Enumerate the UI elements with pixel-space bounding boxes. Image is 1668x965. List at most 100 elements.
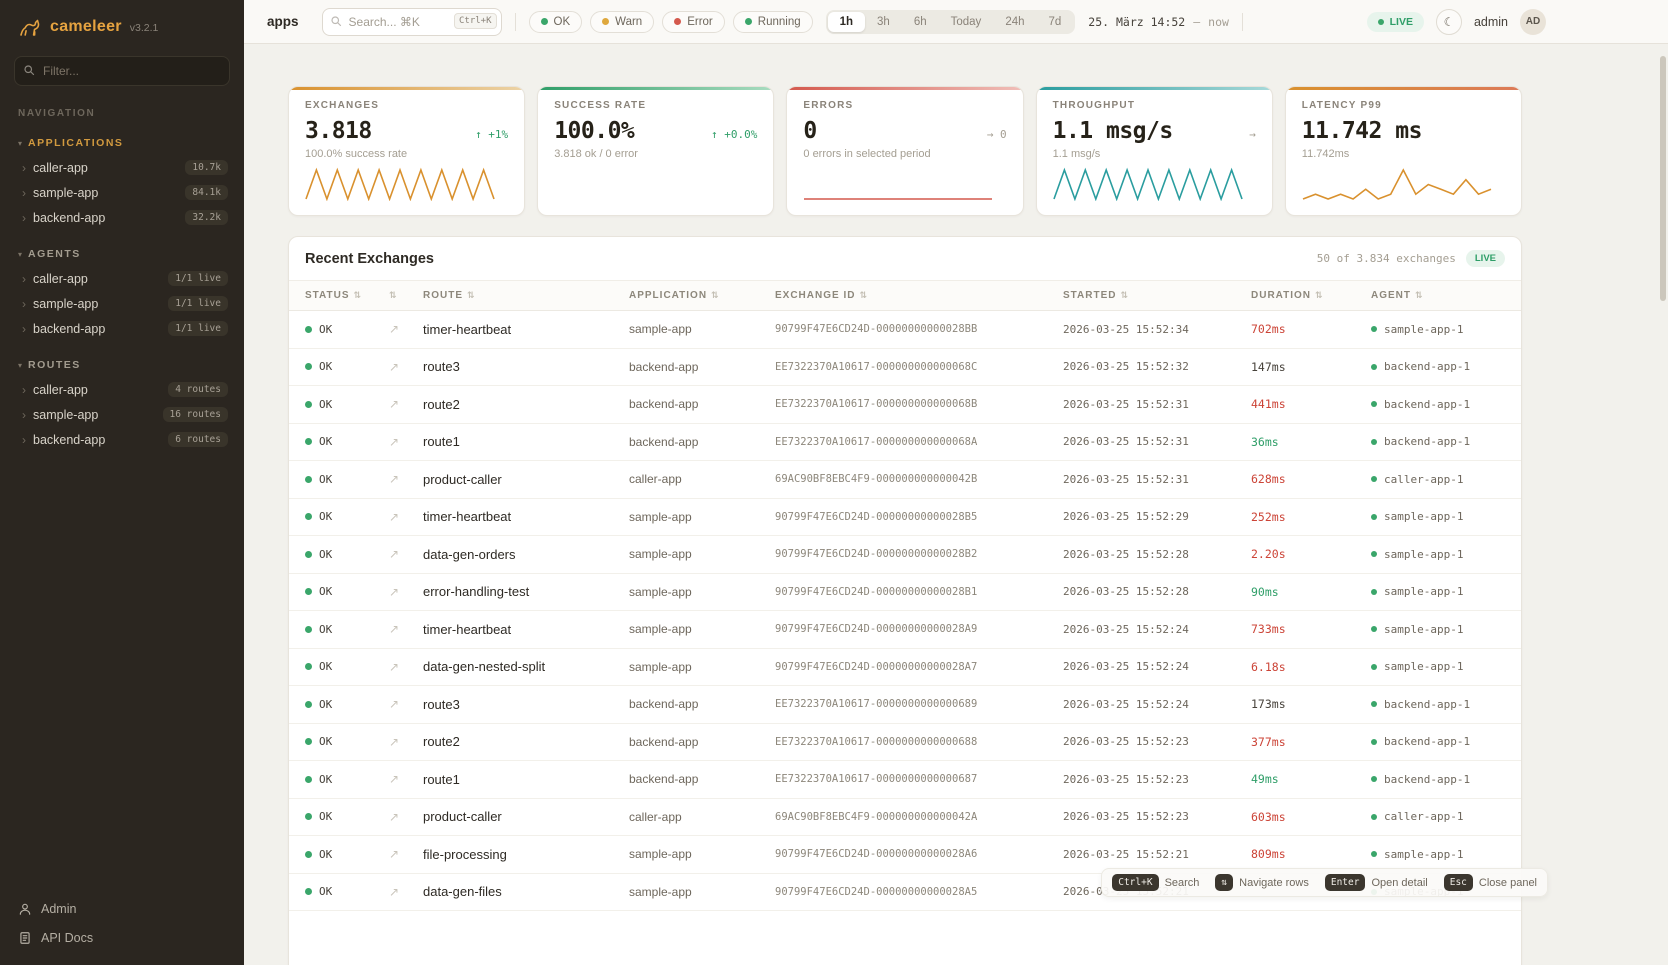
stat-subtitle: 0 errors in selected period [803,148,1006,160]
sidebar-item-application[interactable]: › sample-app 84.1k [0,180,244,205]
col-started[interactable]: STARTED⇅ [1063,290,1251,301]
open-detail-icon[interactable]: ↗ [385,697,423,711]
time-range-button[interactable]: 6h [902,12,939,32]
col-duration[interactable]: DURATION⇅ [1251,290,1371,301]
open-detail-icon[interactable]: ↗ [385,735,423,749]
sidebar-item-route[interactable]: › backend-app 6 routes [0,427,244,452]
open-detail-icon[interactable]: ↗ [385,435,423,449]
sparkline [305,167,495,201]
divider [1242,13,1243,31]
status-filter-chip[interactable]: OK [529,11,583,33]
table-row[interactable]: OK ↗ route3 backend-app EE7322370A10617-… [289,686,1521,724]
status-dot-icon [305,626,312,633]
sidebar-item-api-docs[interactable]: API Docs [18,931,226,945]
avatar[interactable]: AD [1520,9,1546,35]
open-detail-icon[interactable]: ↗ [385,322,423,336]
stat-subtitle: 11.742ms [1302,148,1505,160]
agent-cell: sample-app-1 [1371,323,1505,336]
col-open[interactable]: ⇅ [385,291,423,301]
table-row[interactable]: OK ↗ timer-heartbeat sample-app 90799F47… [289,611,1521,649]
status-cell: OK [305,660,385,673]
stat-delta: → 0 [987,128,1007,141]
open-detail-icon[interactable]: ↗ [385,547,423,561]
user-icon [18,902,32,916]
open-detail-icon[interactable]: ↗ [385,510,423,524]
sidebar-filter-input[interactable] [14,56,230,86]
sidebar-item-agent[interactable]: › caller-app 1/1 live [0,266,244,291]
sidebar-item-agent[interactable]: › backend-app 1/1 live [0,316,244,341]
live-label: LIVE [1390,16,1413,28]
open-detail-icon[interactable]: ↗ [385,810,423,824]
table-row[interactable]: OK ↗ route2 backend-app EE7322370A10617-… [289,724,1521,762]
started-cell: 2026-03-25 15:52:29 [1063,510,1251,523]
open-detail-icon[interactable]: ↗ [385,772,423,786]
section-header-routes[interactable]: ▾ ROUTES [18,359,226,371]
table-row[interactable]: OK ↗ route1 backend-app EE7322370A10617-… [289,761,1521,799]
table-row[interactable]: OK ↗ product-caller caller-app 69AC90BF8… [289,799,1521,837]
col-exchange-id[interactable]: EXCHANGE ID⇅ [775,290,1063,301]
sidebar-item-badge: 4 routes [168,382,228,397]
agent-label: backend-app-1 [1384,398,1470,411]
agent-label: caller-app-1 [1384,473,1463,486]
open-detail-icon[interactable]: ↗ [385,585,423,599]
table-row[interactable]: OK ↗ timer-heartbeat sample-app 90799F47… [289,311,1521,349]
open-detail-icon[interactable]: ↗ [385,847,423,861]
status-label: OK [319,660,332,673]
status-filter-chip[interactable]: Running [733,11,813,33]
hint-label: Open detail [1371,877,1427,889]
stat-card-success-rate: SUCCESS RATE 100.0% ↑ +0.0% 3.818 ok / 0… [537,86,774,216]
col-application[interactable]: APPLICATION⇅ [629,290,775,301]
scrollbar-thumb[interactable] [1660,56,1666,301]
agent-label: sample-app-1 [1384,548,1463,561]
route-cell: route1 [423,434,629,449]
section-header-agents[interactable]: ▾ AGENTS [18,248,226,260]
col-status[interactable]: STATUS⇅ [305,290,385,301]
col-agent[interactable]: AGENT⇅ [1371,290,1505,301]
table-row[interactable]: OK ↗ product-caller caller-app 69AC90BF8… [289,461,1521,499]
table-row[interactable]: OK ↗ route2 backend-app EE7322370A10617-… [289,386,1521,424]
user-name[interactable]: admin [1474,15,1508,29]
agent-label: backend-app-1 [1384,435,1470,448]
time-range-button[interactable]: 24h [993,12,1036,32]
agent-cell: sample-app-1 [1371,848,1505,861]
topbar-right: LIVE ☾ admin AD [1367,9,1546,35]
sidebar-item-agent[interactable]: › sample-app 1/1 live [0,291,244,316]
agent-label: caller-app-1 [1384,810,1463,823]
live-toggle[interactable]: LIVE [1367,12,1424,32]
panel-header: Recent Exchanges 50 of 3.834 exchanges L… [289,237,1521,280]
open-detail-icon[interactable]: ↗ [385,660,423,674]
table-row[interactable]: OK ↗ data-gen-orders sample-app 90799F47… [289,536,1521,574]
table-row[interactable]: OK ↗ error-handling-test sample-app 9079… [289,574,1521,612]
col-route[interactable]: ROUTE⇅ [423,290,629,301]
app-logo[interactable]: cameleer v3.2.1 [0,0,244,46]
section-header-applications[interactable]: ▾ APPLICATIONS [18,137,226,149]
time-range-button[interactable]: Today [939,12,994,32]
table-row[interactable]: OK ↗ timer-heartbeat sample-app 90799F47… [289,499,1521,537]
table-live-badge[interactable]: LIVE [1466,250,1505,267]
open-detail-icon[interactable]: ↗ [385,622,423,636]
time-range-button[interactable]: 7d [1037,12,1074,32]
sidebar-item-label: sample-app [33,186,98,200]
time-range-button[interactable]: 3h [865,12,902,32]
exchange-id-cell: 90799F47E6CD24D-00000000000028A9 [775,623,1063,635]
sidebar-item-route[interactable]: › caller-app 4 routes [0,377,244,402]
route-cell: product-caller [423,809,629,824]
table-row[interactable]: OK ↗ route1 backend-app EE7322370A10617-… [289,424,1521,462]
open-detail-icon[interactable]: ↗ [385,397,423,411]
open-detail-icon[interactable]: ↗ [385,360,423,374]
sidebar-item-admin[interactable]: Admin [18,902,226,916]
open-detail-icon[interactable]: ↗ [385,885,423,899]
table-row[interactable]: OK ↗ data-gen-nested-split sample-app 90… [289,649,1521,687]
status-filter-chip[interactable]: Warn [590,11,654,33]
started-cell: 2026-03-25 15:52:31 [1063,473,1251,486]
sidebar-item-route[interactable]: › sample-app 16 routes [0,402,244,427]
exchange-id-cell: 90799F47E6CD24D-00000000000028A7 [775,661,1063,673]
dark-mode-toggle[interactable]: ☾ [1436,9,1462,35]
open-detail-icon[interactable]: ↗ [385,472,423,486]
app-version: v3.2.1 [130,22,159,34]
table-row[interactable]: OK ↗ route3 backend-app EE7322370A10617-… [289,349,1521,387]
time-range-button[interactable]: 1h [828,12,865,32]
status-filter-chip[interactable]: Error [662,11,725,33]
sidebar-item-application[interactable]: › backend-app 32.2k [0,205,244,230]
sidebar-item-application[interactable]: › caller-app 10.7k [0,155,244,180]
